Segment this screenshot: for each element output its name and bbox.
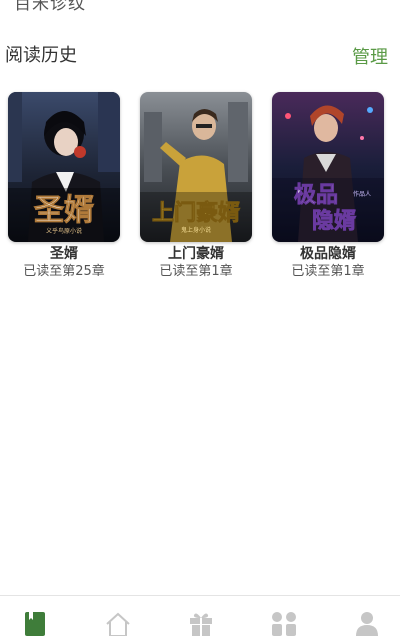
- cover-title-text: 隐婿: [312, 208, 356, 234]
- tab-profile[interactable]: [352, 610, 382, 643]
- tab-category[interactable]: [269, 610, 299, 643]
- book-cover[interactable]: 圣婿 义乎鸟原小说: [8, 92, 120, 242]
- book-cover-art: 上门豪婿 鬼上身小说: [140, 92, 252, 242]
- bottom-tab-bar: [0, 595, 400, 643]
- book-cover-art: 极品 隐婿 作品人: [272, 92, 384, 242]
- cover-title-text: 圣婿: [34, 193, 94, 228]
- book-item[interactable]: 极品 隐婿 作品人 极品隐婿 已读至第1章: [272, 92, 384, 280]
- book-item[interactable]: 上门豪婿 鬼上身小说 上门豪婿 已读至第1章: [140, 92, 252, 280]
- home-icon: [106, 612, 130, 636]
- book-title: 上门豪婿: [168, 246, 224, 262]
- category-icon: [272, 612, 296, 636]
- tab-gift[interactable]: [186, 610, 216, 643]
- svg-text:作品人: 作品人: [353, 190, 371, 198]
- book-title: 极品隐婿: [300, 246, 356, 262]
- cover-title-text: 上门豪婿: [152, 200, 240, 226]
- book-progress: 已读至第1章: [291, 264, 365, 279]
- reading-history-header: 阅读历史 管理: [0, 38, 400, 72]
- gift-icon: [190, 613, 212, 636]
- book-progress: 已读至第25章: [23, 264, 105, 279]
- book-title: 圣婿: [50, 246, 78, 262]
- bookshelf-icon: [25, 612, 45, 636]
- svg-text:义乎鸟原小说: 义乎鸟原小说: [46, 227, 82, 235]
- profile-icon: [356, 612, 378, 636]
- tab-home[interactable]: [103, 610, 133, 643]
- book-cover-art: 圣婿 义乎鸟原小说: [8, 92, 120, 242]
- manage-button[interactable]: 管理: [352, 43, 388, 69]
- book-progress: 已读至第1章: [159, 264, 233, 279]
- reading-history-list: 圣婿 义乎鸟原小说 圣婿 已读至第25章 上门豪婿 鬼上身小说 上门豪婿 已读至…: [0, 92, 400, 292]
- svg-text:鬼上身小说: 鬼上身小说: [181, 226, 211, 234]
- cover-title-text: 极品: [294, 183, 338, 208]
- tab-bookshelf[interactable]: [20, 610, 50, 643]
- book-item[interactable]: 圣婿 义乎鸟原小说 圣婿 已读至第25章: [8, 92, 120, 280]
- page-top-text: 百米诊纹: [14, 0, 86, 14]
- book-cover[interactable]: 极品 隐婿 作品人: [272, 92, 384, 242]
- reading-history-title: 阅读历史: [5, 45, 77, 66]
- book-cover[interactable]: 上门豪婿 鬼上身小说: [140, 92, 252, 242]
